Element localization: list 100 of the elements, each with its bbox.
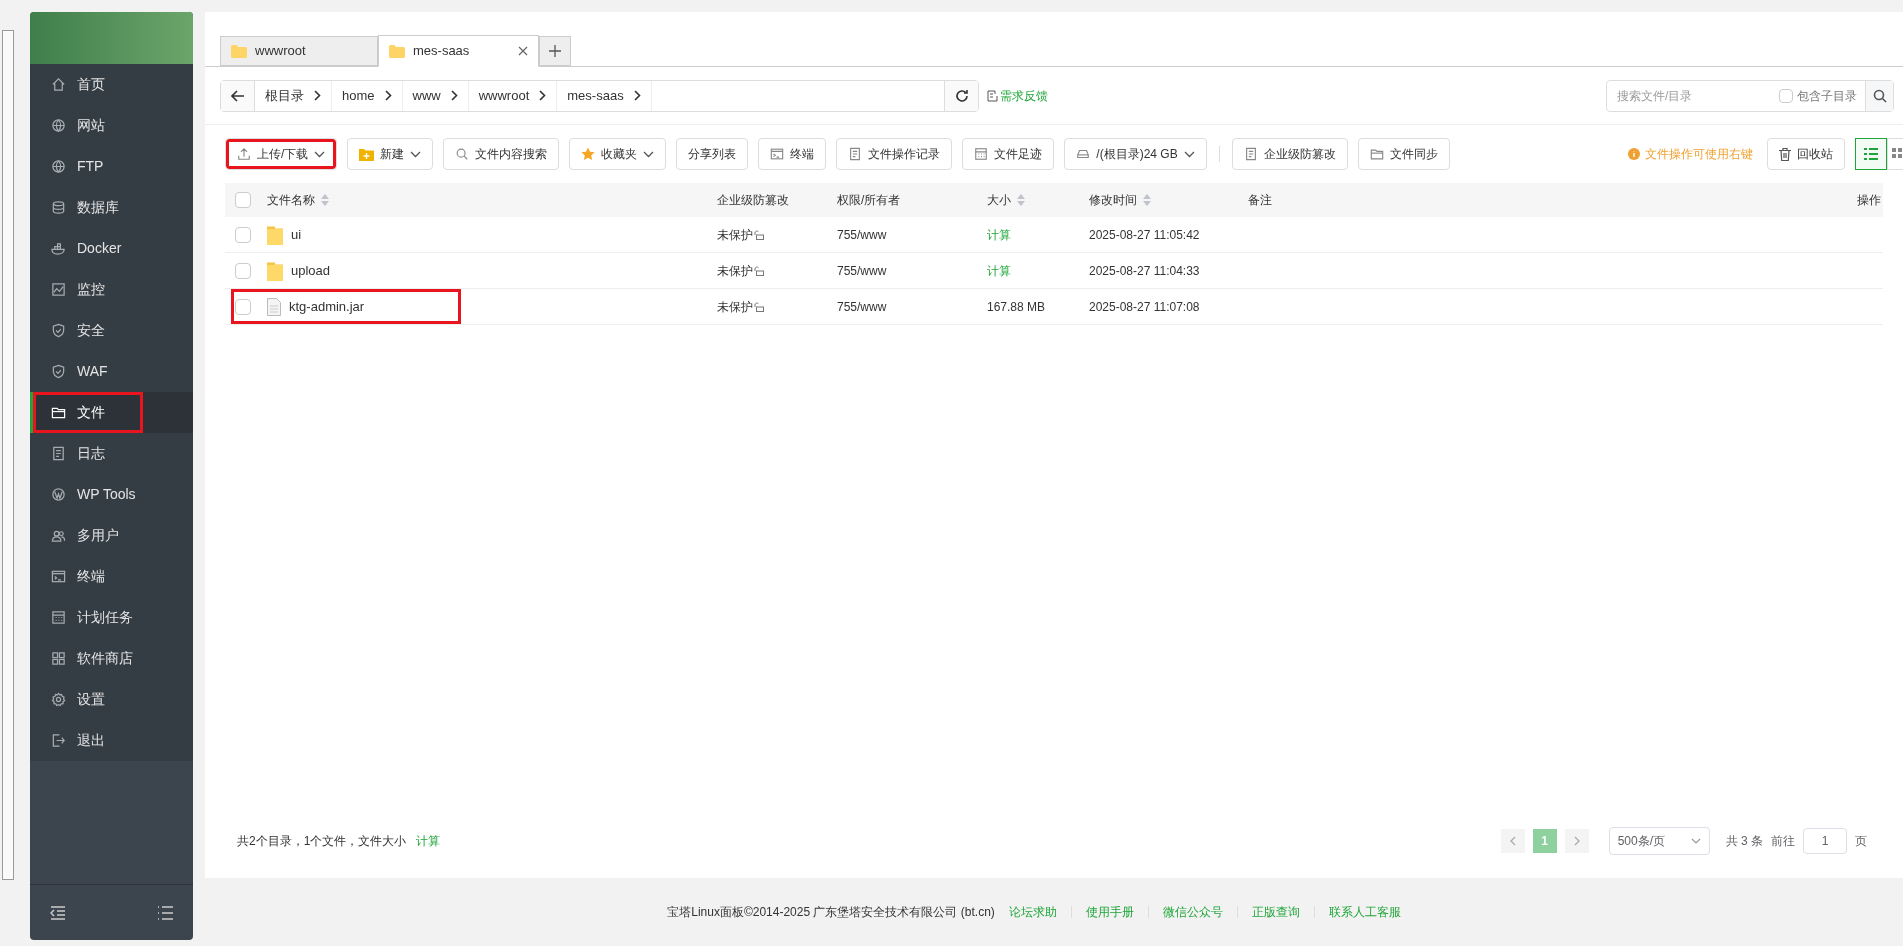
- folder-icon: [51, 405, 66, 420]
- caret-icon: [1690, 838, 1701, 844]
- toolbar-button[interactable]: 终端: [758, 138, 827, 170]
- file-name-link[interactable]: ui: [291, 224, 302, 245]
- column-header[interactable]: 权限/所有者: [837, 191, 901, 209]
- folder-icon: [267, 224, 283, 245]
- page-suffix: 页: [1855, 833, 1867, 850]
- sidebar-item[interactable]: 首页: [30, 64, 193, 105]
- folder-tab[interactable]: wwwroot: [220, 36, 378, 66]
- toolbar-button[interactable]: 分享列表: [676, 138, 749, 170]
- toolbar-button[interactable]: 上传/下载: [225, 138, 338, 170]
- sidebar-item[interactable]: 计划任务: [30, 597, 193, 638]
- caret-icon: [410, 150, 422, 158]
- sidebar-item[interactable]: 文件: [30, 392, 193, 433]
- sidebar-item[interactable]: 网站: [30, 105, 193, 146]
- sidebar-item[interactable]: 终端: [30, 556, 193, 597]
- column-header[interactable]: 大小: [987, 191, 1025, 209]
- sidebar-item[interactable]: 日志: [30, 433, 193, 474]
- document-icon: [1243, 147, 1258, 161]
- chart-icon: [51, 282, 66, 297]
- star-icon: [581, 147, 596, 161]
- chevron-right-icon: [450, 90, 458, 101]
- recycle-bin-button[interactable]: 回收站: [1767, 138, 1845, 170]
- search-field[interactable]: 搜索文件/目录 包含子目录: [1606, 79, 1894, 112]
- sidebar-item[interactable]: FTP: [30, 146, 193, 187]
- calendar-icon: [51, 610, 66, 625]
- checkbox-label: 包含子目录: [1797, 87, 1857, 105]
- database-icon: [51, 200, 66, 215]
- refresh-button[interactable]: [944, 80, 978, 111]
- checkbox[interactable]: [235, 298, 251, 315]
- column-header[interactable]: 操作: [1857, 191, 1881, 209]
- column-header[interactable]: 文件名称: [267, 191, 329, 209]
- checkbox[interactable]: [235, 226, 251, 243]
- sidebar-item[interactable]: 退出: [30, 720, 193, 761]
- caret-icon: [643, 150, 655, 158]
- search-icon: [455, 147, 470, 161]
- chevron-right-icon: [1573, 836, 1580, 846]
- logout-icon: [51, 733, 66, 748]
- table-cell: 755/www: [837, 299, 887, 314]
- breadcrumb-link[interactable]: mes-saas: [557, 80, 652, 111]
- breadcrumb-link[interactable]: www: [402, 80, 469, 111]
- breadcrumb-link[interactable]: home: [332, 80, 403, 111]
- sidebar-item[interactable]: 设置: [30, 679, 193, 720]
- toolbar-button[interactable]: 新建: [347, 138, 434, 170]
- search-button[interactable]: [1865, 80, 1893, 111]
- checkbox[interactable]: [235, 192, 251, 208]
- back-button[interactable]: [221, 80, 255, 111]
- house-icon: [51, 77, 66, 92]
- toolbar-button[interactable]: 文件操作记录: [836, 138, 953, 170]
- folder-tab[interactable]: mes-saas: [378, 35, 539, 67]
- toolbar-button[interactable]: 文件内容搜索: [443, 138, 560, 170]
- page-input[interactable]: 1: [1803, 828, 1847, 854]
- checkbox[interactable]: [235, 262, 251, 279]
- column-header[interactable]: 企业级防篡改: [717, 191, 789, 209]
- sidebar-item[interactable]: WP Tools: [30, 474, 193, 515]
- column-header[interactable]: 备注: [1248, 191, 1272, 209]
- new-tab-button[interactable]: [539, 36, 571, 66]
- menu-icon[interactable]: [157, 905, 173, 920]
- sidebar-item[interactable]: Docker: [30, 228, 193, 269]
- sidebar-item[interactable]: 数据库: [30, 187, 193, 228]
- unlock-icon[interactable]: [754, 265, 764, 276]
- collapse-icon[interactable]: [50, 905, 66, 920]
- column-header[interactable]: 修改时间: [1089, 191, 1151, 209]
- close-icon[interactable]: [518, 46, 528, 56]
- shield-icon: [51, 323, 66, 338]
- terminal-icon: [770, 147, 785, 161]
- toolbar-button[interactable]: 企业级防篡改: [1231, 138, 1348, 170]
- sidebar-item[interactable]: WAF: [30, 351, 193, 392]
- goto-label: 前往: [1771, 833, 1795, 850]
- globe-icon: [51, 159, 66, 174]
- folder-icon: [231, 44, 247, 58]
- edit-icon: [987, 89, 998, 102]
- page-size-select[interactable]: 500条/页: [1608, 827, 1710, 855]
- breadcrumb-link[interactable]: wwwroot: [468, 80, 558, 111]
- checkbox[interactable]: [1779, 88, 1793, 103]
- folder-icon: [1369, 147, 1384, 161]
- toolbar-button[interactable]: 文件同步: [1357, 138, 1450, 170]
- breadcrumb-link[interactable]: 根目录: [255, 80, 332, 111]
- unlock-icon[interactable]: [754, 301, 764, 312]
- search-input[interactable]: 搜索文件/目录: [1607, 80, 1779, 111]
- whale-icon: [51, 241, 66, 256]
- sidebar-item[interactable]: 软件商店: [30, 638, 193, 679]
- file-name-link[interactable]: upload: [291, 260, 331, 281]
- toolbar-button[interactable]: 收藏夹: [569, 138, 667, 170]
- table-row[interactable]: ui 未保护 755/www 计算 2025-08-27 11:05:42: [225, 217, 1883, 253]
- toolbar-button[interactable]: 文件足迹: [962, 138, 1055, 170]
- sidebar-item[interactable]: 安全: [30, 310, 193, 351]
- unlock-icon[interactable]: [754, 229, 764, 240]
- grid-view-button[interactable]: [1887, 138, 1903, 170]
- chevron-right-icon: [314, 90, 321, 101]
- sidebar-item[interactable]: 多用户: [30, 515, 193, 556]
- globe-icon: [51, 118, 66, 133]
- table-row[interactable]: ktg-admin.jar 未保护 755/www 167.88 MB 2025-08-27 11:07:08: [225, 289, 1883, 325]
- toolbar-button[interactable]: /(根目录)24 GB: [1064, 138, 1207, 170]
- document-icon: [51, 446, 66, 461]
- list-view-button[interactable]: [1855, 138, 1887, 170]
- table-cell: 755/www: [837, 263, 887, 278]
- chevron-left-icon: [1509, 836, 1516, 846]
- sidebar-item[interactable]: 监控: [30, 269, 193, 310]
- file-name-link[interactable]: ktg-admin.jar: [289, 296, 365, 317]
